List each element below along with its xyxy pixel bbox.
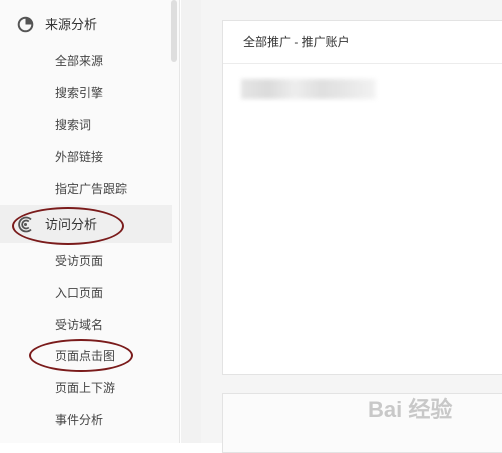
sidebar-item-ad-tracking[interactable]: 指定广告跟踪 — [55, 181, 127, 197]
sidebar-item-visited-domains[interactable]: 受访域名 — [55, 317, 103, 333]
sidebar-section-source-analysis[interactable]: 来源分析 — [0, 5, 172, 43]
panel-title: 全部推广 - 推广账户 — [223, 21, 502, 64]
sidebar-item-search-terms[interactable]: 搜索词 — [55, 117, 91, 133]
annotation-ellipse-visit-analysis — [12, 207, 124, 245]
sidebar-item-visited-pages[interactable]: 受访页面 — [55, 253, 103, 269]
sidebar-item-all-sources[interactable]: 全部来源 — [55, 53, 103, 69]
sidebar-item-entry-pages[interactable]: 入口页面 — [55, 285, 103, 301]
sidebar-item-page-flow[interactable]: 页面上下游 — [55, 380, 115, 396]
sidebar-item-event-analysis[interactable]: 事件分析 — [55, 412, 103, 428]
pie-chart-icon — [17, 16, 34, 33]
account-panel: 全部推广 - 推广账户 — [222, 20, 502, 375]
baidu-watermark: Bai 经验 — [368, 397, 453, 422]
sidebar-item-external-links[interactable]: 外部链接 — [55, 149, 103, 165]
sidebar-item-search-engines[interactable]: 搜索引擎 — [55, 85, 103, 101]
blurred-account-name — [241, 79, 376, 99]
secondary-panel — [222, 393, 502, 453]
sidebar-section-label: 来源分析 — [45, 17, 98, 32]
annotation-ellipse-page-click-map — [29, 339, 133, 372]
